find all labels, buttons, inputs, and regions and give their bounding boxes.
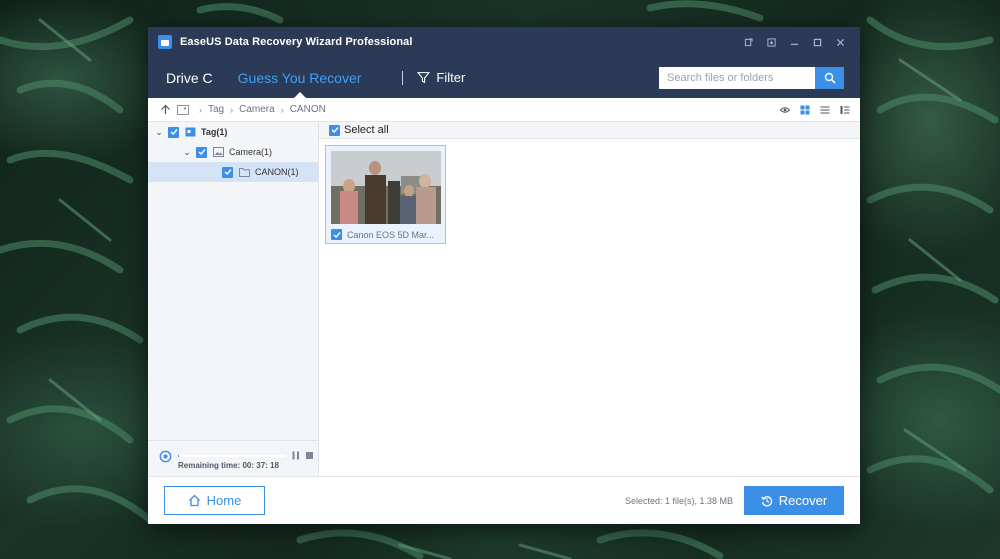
breadcrumb-item-camera[interactable]: Camera: [239, 104, 275, 115]
close-icon[interactable]: [831, 33, 850, 51]
tree-checkbox[interactable]: [196, 146, 207, 158]
download-icon[interactable]: [762, 33, 781, 51]
chevron-down-icon[interactable]: ⌄: [182, 147, 192, 158]
tree-item-canon[interactable]: CANON(1): [148, 162, 318, 182]
search-input[interactable]: [659, 66, 815, 89]
search-button[interactable]: [815, 66, 844, 89]
nav-bar: Drive C Guess You Recover Filter: [148, 57, 860, 98]
select-all-checkbox[interactable]: [329, 124, 340, 136]
up-arrow-icon[interactable]: [160, 104, 171, 115]
share-icon[interactable]: [739, 33, 758, 51]
tree-checkbox[interactable]: [168, 126, 179, 138]
restore-icon: [761, 495, 772, 506]
tab-drive-c[interactable]: Drive C: [166, 57, 213, 98]
breadcrumb-item-tag[interactable]: Tag: [208, 104, 224, 115]
nav-divider: [402, 70, 404, 85]
tree-item-tag[interactable]: ⌄ Tag(1): [148, 122, 318, 142]
progress-fill: [178, 455, 180, 457]
chevron-right-icon: ›: [199, 104, 202, 115]
image-folder-icon: [177, 104, 189, 115]
tab-guess-you-recover[interactable]: Guess You Recover: [238, 57, 361, 98]
chevron-right-icon: ›: [280, 104, 284, 115]
main-content: ⌄ Tag(1) ⌄ Camera(1) CANON(1) Remaining …: [148, 122, 860, 476]
recover-label: Recover: [778, 493, 828, 508]
minimize-icon[interactable]: [785, 33, 804, 51]
tree-item-camera[interactable]: ⌄ Camera(1): [148, 142, 318, 162]
file-name: Canon EOS 5D Mar...: [347, 229, 435, 240]
breadcrumb-item-canon[interactable]: CANON: [290, 104, 326, 115]
image-icon: [213, 147, 224, 157]
select-all-label: Select all: [344, 124, 389, 136]
file-checkbox[interactable]: [331, 229, 342, 240]
window-controls: [739, 33, 850, 51]
footer-bar: Home Selected: 1 file(s), 1.38 MB Recove…: [148, 476, 860, 524]
scan-spinner-icon: [159, 450, 172, 463]
file-thumbnail-card[interactable]: Canon EOS 5D Mar...: [325, 145, 446, 244]
scan-progress: Remaining time: 00: 37: 18: [148, 440, 318, 476]
photo-thumbnail: [331, 151, 441, 224]
view-mode-toolbar: [779, 104, 850, 115]
tree-label: Camera(1): [229, 147, 273, 157]
app-window: EaseUS Data Recovery Wizard Professional…: [148, 27, 860, 524]
remaining-time: Remaining time: 00: 37: 18: [178, 461, 279, 470]
filter-label: Filter: [436, 70, 466, 85]
pause-icon[interactable]: [292, 451, 300, 460]
select-all-row[interactable]: Select all: [319, 122, 860, 139]
home-icon: [188, 494, 200, 507]
tree-checkbox[interactable]: [222, 166, 233, 178]
preview-eye-icon[interactable]: [779, 104, 790, 115]
breadcrumb: › Tag › Camera › CANON: [148, 98, 860, 122]
tree-label: Tag(1): [201, 127, 228, 137]
progress-bar: [178, 455, 285, 457]
filter-icon: [417, 72, 431, 84]
title-bar: EaseUS Data Recovery Wizard Professional: [148, 27, 860, 57]
detail-view-icon[interactable]: [839, 104, 850, 115]
tag-icon: [185, 127, 196, 137]
selection-summary: Selected: 1 file(s), 1.38 MB: [624, 495, 733, 506]
app-logo-icon: [158, 35, 172, 49]
recover-button[interactable]: Recover: [744, 486, 844, 515]
tree-label: CANON(1): [255, 167, 299, 177]
file-label-row: Canon EOS 5D Mar...: [331, 229, 434, 240]
grid-view-icon[interactable]: [799, 104, 810, 115]
folder-icon: [239, 168, 250, 177]
home-button[interactable]: Home: [164, 486, 265, 515]
filter-button[interactable]: Filter: [417, 70, 465, 85]
maximize-icon[interactable]: [808, 33, 827, 51]
search-icon: [824, 72, 836, 84]
chevron-down-icon[interactable]: ⌄: [154, 127, 164, 138]
chevron-right-icon: ›: [230, 104, 234, 115]
list-view-icon[interactable]: [819, 104, 830, 115]
window-title: EaseUS Data Recovery Wizard Professional: [180, 36, 413, 48]
stop-icon[interactable]: [306, 452, 313, 459]
file-grid: Select all Canon EOS 5D Mar...: [319, 122, 860, 476]
home-label: Home: [206, 493, 242, 508]
folder-tree: ⌄ Tag(1) ⌄ Camera(1) CANON(1) Remaining …: [148, 122, 319, 476]
